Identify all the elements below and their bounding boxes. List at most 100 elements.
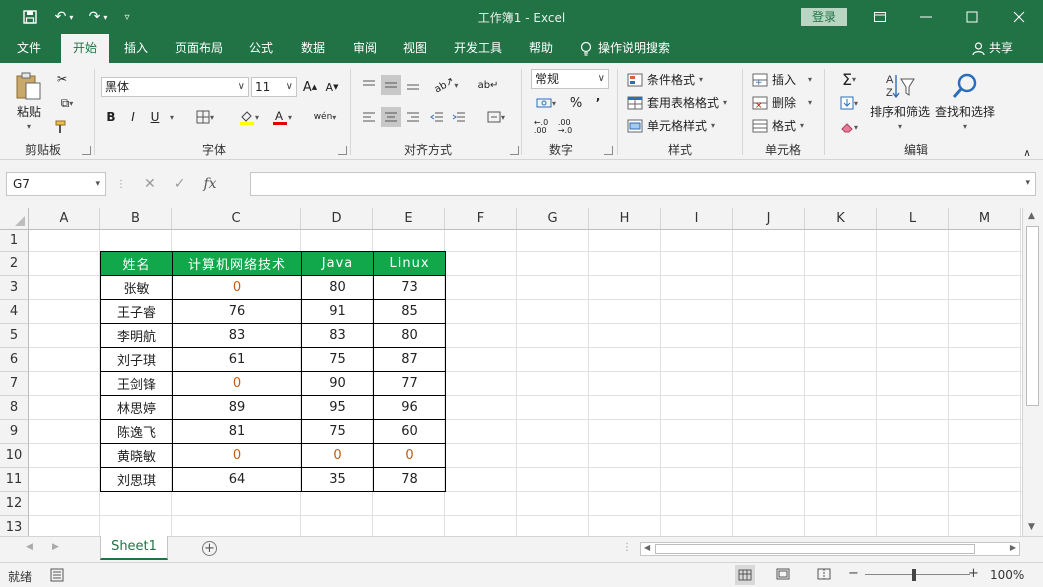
cell-student-name[interactable]: 刘思琪 <box>100 467 173 492</box>
share-button[interactable]: 共享 <box>972 34 1013 63</box>
select-all-corner[interactable] <box>0 208 29 230</box>
cancel-icon[interactable]: ✕ <box>144 176 156 192</box>
column-header-a[interactable]: A <box>29 208 100 230</box>
zoom-in-icon[interactable]: + <box>968 566 979 581</box>
formula-input[interactable]: ▾ <box>250 172 1036 196</box>
row-header-11[interactable]: 11 <box>0 468 29 492</box>
cell-score[interactable]: 0 <box>373 443 446 468</box>
cell-score[interactable]: 61 <box>172 347 302 372</box>
format-cells-button[interactable]: 格式 ▾ <box>752 117 804 134</box>
tab-help[interactable]: 帮助 <box>520 34 562 63</box>
cell-score[interactable]: 89 <box>172 395 302 420</box>
cut-icon[interactable]: ✂ <box>52 69 72 89</box>
row-header-12[interactable]: 12 <box>0 492 29 516</box>
cell-student-name[interactable]: 刘子琪 <box>100 347 173 372</box>
number-format-select[interactable]: 常规 ∨ <box>531 69 609 89</box>
column-header-f[interactable]: F <box>445 208 517 230</box>
horizontal-scrollbar[interactable]: ◀ ▶ <box>640 542 1020 556</box>
horizontal-scroll-thumb[interactable] <box>655 544 975 554</box>
close-icon[interactable] <box>1008 6 1030 28</box>
tell-me-search[interactable]: 操作说明搜索 <box>580 34 670 63</box>
conditional-formatting-button[interactable]: 条件格式 ▾ <box>627 71 703 88</box>
zoom-level[interactable]: 100% <box>990 568 1024 582</box>
vertical-scrollbar[interactable]: ▲ ▼ <box>1022 208 1043 536</box>
cell-score[interactable]: 83 <box>301 323 374 348</box>
ribbon-display-options-icon[interactable] <box>869 6 891 28</box>
cell-score[interactable]: 85 <box>373 299 446 324</box>
tab-insert[interactable]: 插入 <box>115 34 157 63</box>
header-name[interactable]: 姓名 <box>100 251 173 276</box>
cell-score[interactable]: 75 <box>301 347 374 372</box>
delete-cells-button[interactable]: × 删除 ▾ <box>752 94 812 111</box>
macro-record-icon[interactable] <box>50 568 64 585</box>
row-header-5[interactable]: 5 <box>0 324 29 348</box>
add-sheet-icon[interactable]: + <box>202 541 217 556</box>
fill-icon[interactable]: ▾ <box>833 93 865 113</box>
align-right-icon[interactable] <box>403 107 423 127</box>
align-top-icon[interactable] <box>359 75 379 95</box>
cell-styles-button[interactable]: 单元格样式 ▾ <box>627 117 715 134</box>
cell-score[interactable]: 83 <box>172 323 302 348</box>
cell-score[interactable]: 87 <box>373 347 446 372</box>
tab-developer[interactable]: 开发工具 <box>448 34 508 63</box>
column-header-g[interactable]: G <box>517 208 589 230</box>
cell-student-name[interactable]: 王剑锋 <box>100 371 173 396</box>
cell-score[interactable]: 81 <box>172 419 302 444</box>
italic-button[interactable]: I <box>123 107 143 127</box>
cell-score[interactable]: 77 <box>373 371 446 396</box>
font-color-icon[interactable]: A ▾ <box>266 107 298 127</box>
decrease-indent-icon[interactable] <box>427 107 447 127</box>
scroll-up-icon[interactable]: ▲ <box>1028 211 1035 221</box>
cell-score[interactable]: 60 <box>373 419 446 444</box>
insert-function-icon[interactable]: fx <box>203 176 216 192</box>
column-header-i[interactable]: I <box>661 208 733 230</box>
row-header-2[interactable]: 2 <box>0 252 29 276</box>
wrap-text-icon[interactable]: ab↵ <box>478 75 499 95</box>
cell-score[interactable]: 0 <box>301 443 374 468</box>
zoom-slider[interactable] <box>865 574 970 575</box>
autosum-icon[interactable]: Σ ▾ <box>833 69 865 89</box>
minimize-icon[interactable] <box>915 6 937 28</box>
column-header-c[interactable]: C <box>172 208 301 230</box>
font-launcher-icon[interactable] <box>338 146 347 155</box>
enter-check-icon[interactable]: ✓ <box>174 176 186 192</box>
tab-file[interactable]: 文件 <box>6 34 52 63</box>
row-header-3[interactable]: 3 <box>0 276 29 300</box>
header-java[interactable]: Java <box>301 251 374 276</box>
comma-style-button[interactable]: ’ <box>588 93 608 113</box>
cell-student-name[interactable]: 黄晓敏 <box>100 443 173 468</box>
cell-student-name[interactable]: 李明航 <box>100 323 173 348</box>
increase-font-icon[interactable]: A ▲ <box>300 77 320 97</box>
column-header-l[interactable]: L <box>877 208 949 230</box>
zoom-out-icon[interactable]: − <box>848 566 859 581</box>
clipboard-launcher-icon[interactable] <box>82 146 91 155</box>
header-linux[interactable]: Linux <box>373 251 446 276</box>
column-header-e[interactable]: E <box>373 208 445 230</box>
page-break-view-icon[interactable] <box>817 568 831 583</box>
cell-score[interactable]: 91 <box>301 299 374 324</box>
row-header-9[interactable]: 9 <box>0 420 29 444</box>
column-header-k[interactable]: K <box>805 208 877 230</box>
cell-score[interactable]: 80 <box>373 323 446 348</box>
tab-page-layout[interactable]: 页面布局 <box>168 34 230 63</box>
accounting-format-icon[interactable]: ▾ <box>531 93 561 113</box>
clear-icon[interactable]: ▾ <box>833 117 865 137</box>
row-header-10[interactable]: 10 <box>0 444 29 468</box>
cell-student-name[interactable]: 林思婷 <box>100 395 173 420</box>
format-as-table-button[interactable]: 套用表格格式 ▾ <box>627 94 727 111</box>
column-header-m[interactable]: M <box>949 208 1021 230</box>
cell-score[interactable]: 95 <box>301 395 374 420</box>
cell-score[interactable]: 35 <box>301 467 374 492</box>
find-select-button[interactable]: 查找和选择 ▾ <box>935 71 995 131</box>
tab-split-handle-icon[interactable]: ⋮ <box>622 542 632 553</box>
align-center-icon[interactable] <box>381 107 401 127</box>
sheet-tab-sheet1[interactable]: Sheet1 <box>100 536 168 560</box>
cell-score[interactable]: 78 <box>373 467 446 492</box>
column-header-j[interactable]: J <box>733 208 805 230</box>
row-header-6[interactable]: 6 <box>0 348 29 372</box>
cell-student-name[interactable]: 陈逸飞 <box>100 419 173 444</box>
cell-score[interactable]: 75 <box>301 419 374 444</box>
font-name-select[interactable]: 黑体 ∨ <box>101 77 249 97</box>
decrease-font-icon[interactable]: A ▼ <box>322 77 342 97</box>
alignment-launcher-icon[interactable] <box>510 146 519 155</box>
